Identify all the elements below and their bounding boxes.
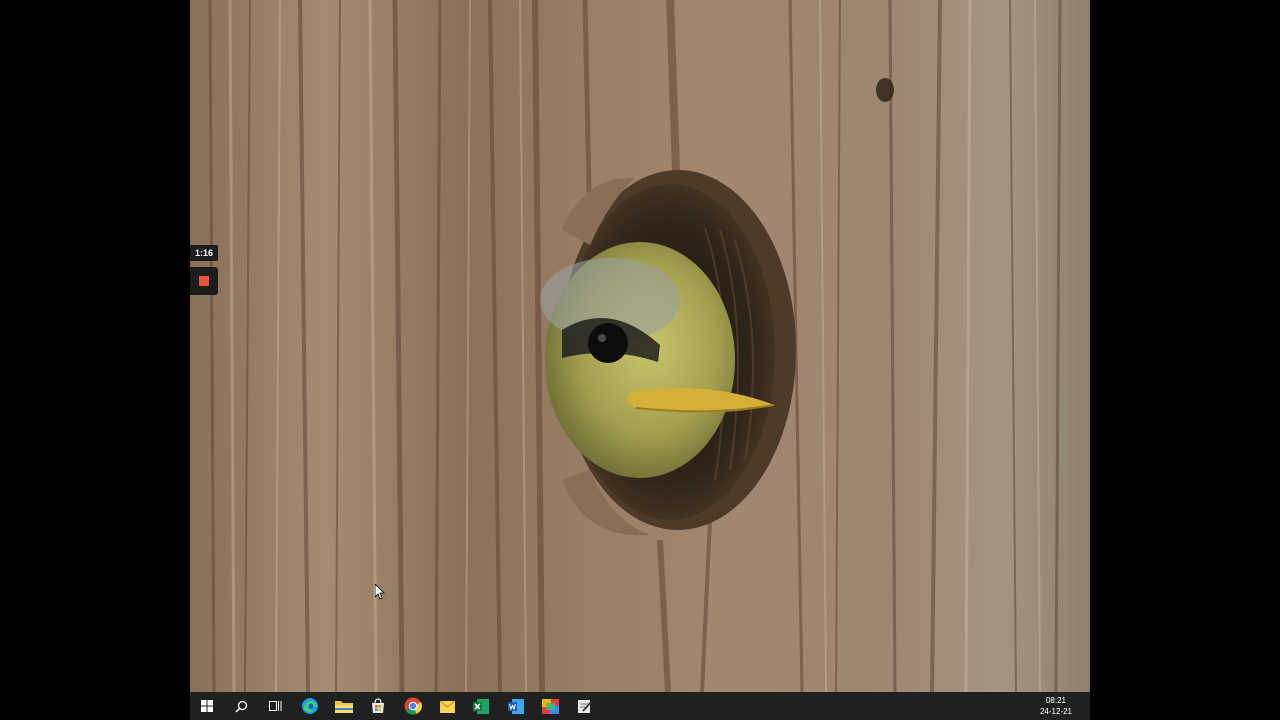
paint-icon[interactable] <box>533 692 567 720</box>
edge-icon[interactable] <box>293 692 327 720</box>
excel-icon[interactable] <box>464 692 498 720</box>
taskbar: 08:21 24-12-21 <box>190 692 1090 720</box>
task-view-icon[interactable] <box>258 692 292 720</box>
recording-timer: 1:16 <box>190 245 218 261</box>
search-icon[interactable] <box>224 692 258 720</box>
file-explorer-icon[interactable] <box>327 692 361 720</box>
windows-start-icon[interactable] <box>190 692 224 720</box>
sticky-notes-icon[interactable] <box>430 692 464 720</box>
system-clock[interactable]: 08:21 24-12-21 <box>1026 692 1086 720</box>
clock-time: 08:21 <box>1045 696 1067 705</box>
clock-date: 24-12-21 <box>1039 707 1073 716</box>
chrome-icon[interactable] <box>396 692 430 720</box>
notepad-icon[interactable] <box>567 692 601 720</box>
desktop-screen: 1:16 08:21 24-12-21 <box>190 0 1090 720</box>
mouse-cursor-icon <box>375 584 385 600</box>
stop-icon <box>199 276 209 286</box>
word-icon[interactable] <box>499 692 533 720</box>
desktop-wallpaper <box>190 0 1090 692</box>
microsoft-store-icon[interactable] <box>361 692 395 720</box>
stop-recording-button[interactable] <box>190 267 218 295</box>
